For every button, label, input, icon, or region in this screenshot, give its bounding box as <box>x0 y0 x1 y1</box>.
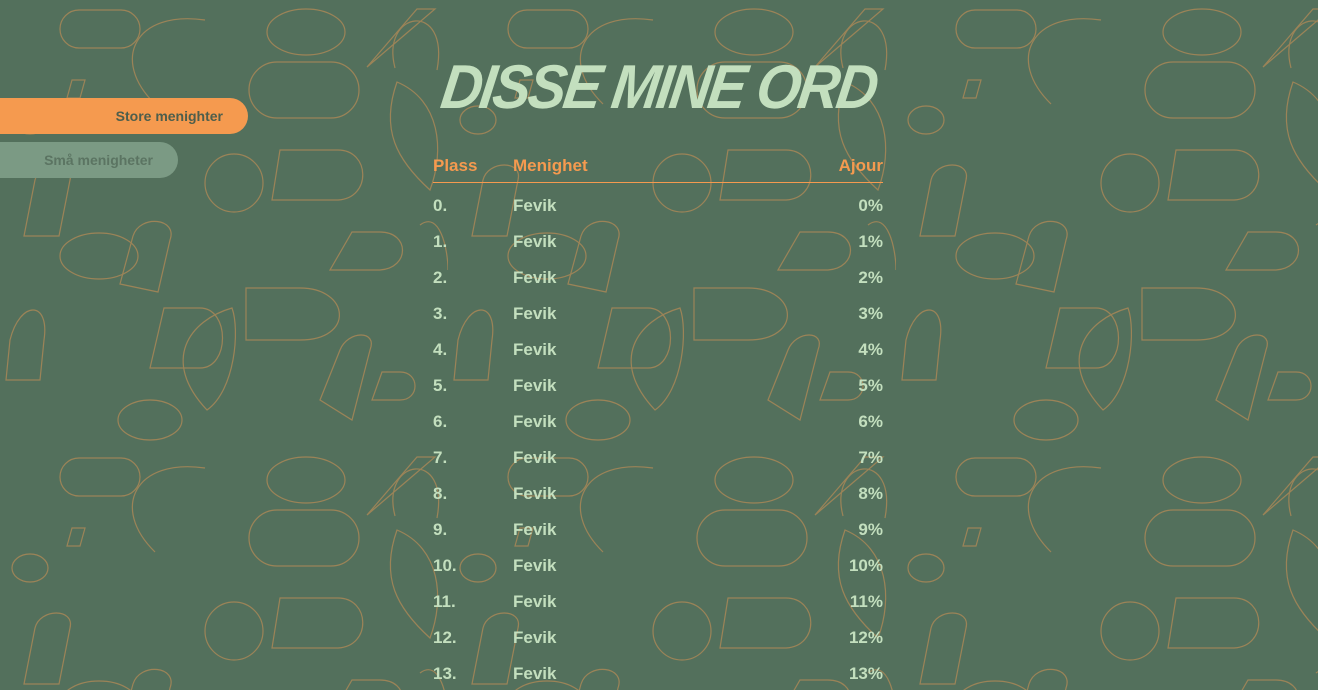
tab-small-congregations-label: Små menigheter <box>44 152 153 168</box>
header-score: Ajour <box>838 156 883 175</box>
row-church: Fevik <box>513 412 557 431</box>
row-score: 8% <box>858 484 883 503</box>
row-place: 11. <box>433 592 456 611</box>
row-place: 10. <box>433 556 457 575</box>
row-church: Fevik <box>513 196 557 215</box>
row-church: Fevik <box>513 232 557 251</box>
row-score: 1% <box>858 232 883 251</box>
table-row: 4. Fevik 4% <box>433 332 883 368</box>
row-place: 9. <box>433 520 448 539</box>
leaderboard-table: Plass Menighet Ajour 0. Fevik 0% 1. Fevik 1% 2… <box>433 150 883 690</box>
table-row: 7. Fevik 7% <box>433 440 883 476</box>
row-score: 11% <box>849 592 883 611</box>
row-score: 13% <box>848 664 883 683</box>
table-row: 1. Fevik 1% <box>433 224 883 260</box>
table-body: 0. Fevik 0% 1. Fevik 1% 2. Fevik 2% 3. Fevik 3% 4. Fe… <box>433 188 883 690</box>
table-row: 6. Fevik 6% <box>433 404 883 440</box>
row-place: 4. <box>433 340 448 359</box>
row-church: Fevik <box>513 520 557 539</box>
row-place: 7. <box>433 448 448 467</box>
row-score: 4% <box>858 340 883 359</box>
table-row: 8. Fevik 8% <box>433 476 883 512</box>
row-church: Fevik <box>513 304 557 323</box>
row-church: Fevik <box>513 628 557 647</box>
row-place: 12. <box>433 628 457 647</box>
table-header: Plass Menighet Ajour <box>433 150 883 183</box>
table-row: 5. Fevik 5% <box>433 368 883 404</box>
table-row: 13. Fevik 13% <box>433 656 883 690</box>
page-title: DISSE MINE ORD <box>437 53 881 122</box>
table-row: 2. Fevik 2% <box>433 260 883 296</box>
row-church: Fevik <box>513 484 557 503</box>
table-row: 0. Fevik 0% <box>433 188 883 224</box>
header-church: Menighet <box>513 156 588 175</box>
table-row: 12. Fevik 12% <box>433 620 883 656</box>
row-score: 9% <box>858 520 883 539</box>
row-place: 8. <box>433 484 448 503</box>
table-row: 9. Fevik 9% <box>433 512 883 548</box>
row-church: Fevik <box>513 268 557 287</box>
row-church: Fevik <box>513 556 557 575</box>
tab-small-congregations[interactable]: Små menigheter <box>0 142 178 178</box>
row-place: 5. <box>433 376 448 395</box>
table-row: 11. Fevik 11% <box>433 584 883 620</box>
row-score: 6% <box>858 412 883 431</box>
row-score: 7% <box>858 448 883 467</box>
row-church: Fevik <box>513 664 557 683</box>
title-container: DISSE MINE ORD <box>0 52 1318 124</box>
row-place: 1. <box>433 232 448 251</box>
table-row: 3. Fevik 3% <box>433 296 883 332</box>
row-score: 2% <box>858 268 883 287</box>
header-place: Plass <box>433 156 478 175</box>
table-row: 10. Fevik 10% <box>433 548 883 584</box>
row-place: 6. <box>433 412 448 431</box>
row-church: Fevik <box>513 340 557 359</box>
row-place: 13. <box>433 664 457 683</box>
row-score: 10% <box>848 556 883 575</box>
row-church: Fevik <box>513 592 557 611</box>
row-church: Fevik <box>513 448 557 467</box>
row-score: 5% <box>858 376 883 395</box>
row-score: 0% <box>858 196 883 215</box>
row-place: 0. <box>433 196 448 215</box>
row-score: 12% <box>848 628 883 647</box>
row-score: 3% <box>858 304 883 323</box>
row-church: Fevik <box>513 376 557 395</box>
row-place: 2. <box>433 268 448 287</box>
row-place: 3. <box>433 304 448 323</box>
